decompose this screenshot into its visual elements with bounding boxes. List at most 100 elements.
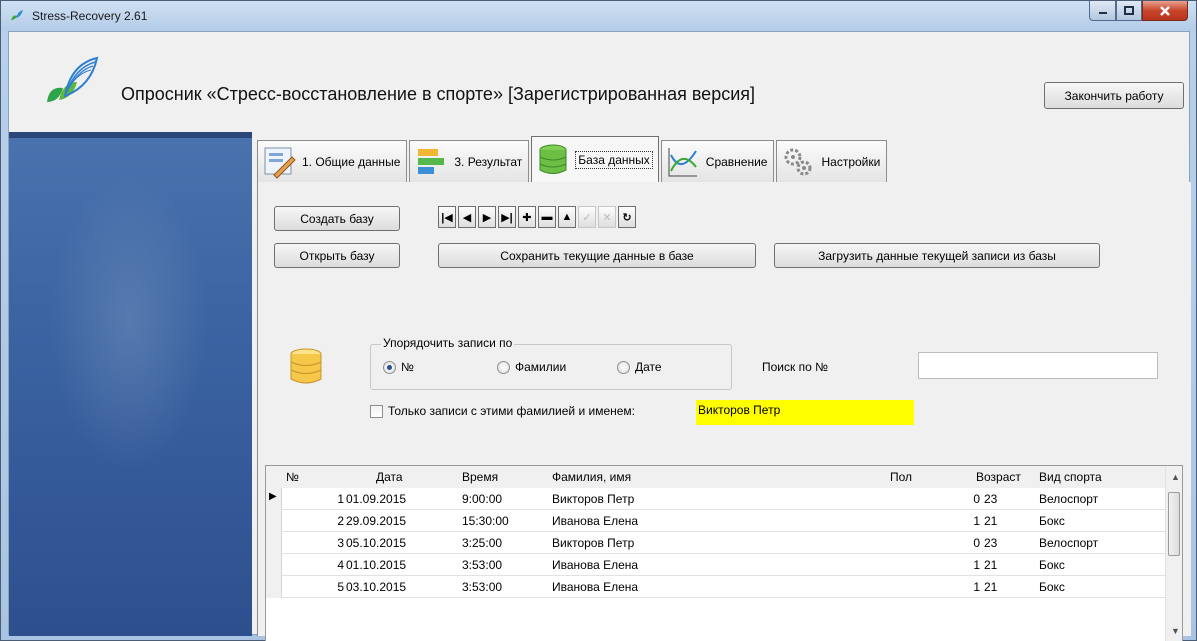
table-cell[interactable]: 21 (984, 510, 1039, 532)
row-indicator[interactable] (266, 510, 282, 532)
refresh-button[interactable]: ↻ (618, 206, 636, 228)
column-header[interactable]: № (286, 466, 356, 488)
column-header[interactable]: Возраст (976, 466, 1036, 488)
insert-record-button[interactable]: ✚ (518, 206, 536, 228)
table-cell[interactable]: 3:53:00 (462, 576, 542, 598)
sort-by-date-radio[interactable]: Дате (617, 360, 662, 374)
table-cell[interactable]: 0 (890, 488, 980, 510)
column-header[interactable]: Дата (376, 466, 456, 488)
tab-result[interactable]: 3. Результат (409, 140, 530, 182)
row-indicator[interactable] (266, 532, 282, 554)
column-header[interactable]: Фамилия, имя (552, 466, 852, 488)
table-cell[interactable]: 21 (984, 576, 1039, 598)
open-database-button[interactable]: Открыть базу (274, 243, 400, 268)
minimize-button[interactable] (1089, 1, 1116, 21)
sort-by-number-radio[interactable]: № (383, 360, 414, 374)
table-cell[interactable]: 2 (286, 510, 344, 532)
table-cell[interactable]: 5 (286, 576, 344, 598)
radio-label: Дате (635, 360, 662, 374)
only-these-records-checkbox[interactable]: Только записи с этими фамилией и именем: (370, 404, 635, 418)
client-area: Опросник «Стресс-восстановление в спорте… (8, 31, 1191, 641)
table-cell[interactable]: 3:53:00 (462, 554, 542, 576)
tab-settings[interactable]: Настройки (776, 140, 888, 182)
table-cell[interactable]: 3:25:00 (462, 532, 542, 554)
table-cell[interactable]: 23 (984, 532, 1039, 554)
edit-record-button[interactable]: ▲ (558, 206, 576, 228)
table-cell[interactable]: Велоспорт (1039, 532, 1149, 554)
table-cell[interactable]: Иванова Елена (552, 510, 852, 532)
first-record-button[interactable]: |◀ (438, 206, 456, 228)
checkmark-icon: ✓ (582, 211, 592, 224)
table-cell[interactable]: Бокс (1039, 576, 1149, 598)
table-row[interactable]: 5 03.10.2015 3:53:00 Иванова Елена 1 21 Бокс (266, 576, 1166, 598)
minimize-icon (1098, 11, 1107, 14)
search-input[interactable] (918, 352, 1158, 379)
table-cell[interactable]: 4 (286, 554, 344, 576)
table-cell[interactable]: 1 (890, 576, 980, 598)
table-cell[interactable]: Бокс (1039, 510, 1149, 532)
column-header[interactable]: Время (462, 466, 542, 488)
table-cell[interactable]: 03.10.2015 (346, 576, 461, 598)
row-indicator[interactable] (266, 554, 282, 576)
title-bar[interactable]: Stress-Recovery 2.61 (1, 1, 1196, 31)
table-cell[interactable]: 23 (984, 488, 1039, 510)
table-cell[interactable]: 15:30:00 (462, 510, 542, 532)
table-cell[interactable]: Иванова Елена (552, 576, 852, 598)
app-header: Опросник «Стресс-восстановление в спорте… (9, 32, 1189, 132)
load-from-database-button[interactable]: Загрузить данные текущей записи из базы (774, 243, 1100, 268)
last-record-button[interactable]: ▶| (498, 206, 516, 228)
row-indicator[interactable]: ▶ (266, 488, 282, 510)
refresh-icon: ↻ (622, 211, 632, 224)
table-cell[interactable]: 01.10.2015 (346, 554, 461, 576)
table-cell[interactable]: 01.09.2015 (346, 488, 461, 510)
table-row[interactable]: 4 01.10.2015 3:53:00 Иванова Елена 1 21 Бокс (266, 554, 1166, 576)
column-header[interactable]: Пол (890, 466, 970, 488)
create-database-button[interactable]: Создать базу (274, 206, 400, 231)
close-button[interactable] (1142, 1, 1188, 21)
prior-icon: ◀ (462, 211, 472, 224)
table-cell[interactable]: 05.10.2015 (346, 532, 461, 554)
tab-label: Настройки (821, 154, 881, 169)
minus-icon: ▬ (541, 211, 553, 223)
finish-work-button[interactable]: Закончить работу (1044, 82, 1184, 109)
table-cell[interactable]: Бокс (1039, 554, 1149, 576)
tab-compare[interactable]: Сравнение (660, 140, 775, 182)
plus-icon: ✚ (522, 211, 532, 224)
table-cell[interactable]: Иванова Елена (552, 554, 852, 576)
records-grid[interactable]: № Дата Время Фамилия, имя Пол Возраст Ви… (265, 465, 1183, 641)
table-cell[interactable]: 1 (890, 554, 980, 576)
table-row[interactable]: 2 29.09.2015 15:30:00 Иванова Елена 1 21 Бокс (266, 510, 1166, 532)
prior-record-button[interactable]: ◀ (458, 206, 476, 228)
tab-label: 3. Результат (454, 154, 523, 169)
table-cell[interactable]: 29.09.2015 (346, 510, 461, 532)
column-header[interactable]: Вид спорта (1039, 466, 1149, 488)
table-cell[interactable]: Викторов Петр (552, 532, 852, 554)
save-to-database-button[interactable]: Сохранить текущие данные в базе (438, 243, 756, 268)
table-cell[interactable]: 21 (984, 554, 1039, 576)
sort-by-surname-radio[interactable]: Фамилии (497, 360, 566, 374)
table-cell[interactable]: Викторов Петр (552, 488, 852, 510)
vertical-scroll-thumb[interactable] (1168, 492, 1180, 556)
table-row[interactable]: 3 05.10.2015 3:25:00 Викторов Петр 0 23 Велосп… (266, 532, 1166, 554)
table-cell[interactable]: 9:00:00 (462, 488, 542, 510)
table-cell[interactable]: 1 (890, 510, 980, 532)
tab-database[interactable]: База данных (531, 136, 659, 182)
tab-general[interactable]: 1. Общие данные (257, 140, 408, 182)
cancel-record-button[interactable]: ✕ (598, 206, 616, 228)
delete-record-button[interactable]: ▬ (538, 206, 556, 228)
table-cell[interactable]: 3 (286, 532, 344, 554)
row-indicator[interactable] (266, 576, 282, 598)
table-cell[interactable]: 1 (286, 488, 344, 510)
maximize-button[interactable] (1116, 1, 1142, 21)
post-record-button[interactable]: ✓ (578, 206, 596, 228)
table-cell[interactable]: 0 (890, 532, 980, 554)
app-heading: Опросник «Стресс-восстановление в спорте… (121, 84, 756, 104)
scroll-up-icon[interactable]: ▲ (1171, 472, 1180, 482)
vertical-scrollbar[interactable]: ▲ ▼ (1165, 466, 1182, 641)
next-record-button[interactable]: ▶ (478, 206, 496, 228)
table-cell[interactable]: Велоспорт (1039, 488, 1149, 510)
window-title: Stress-Recovery 2.61 (32, 9, 148, 23)
scroll-down-icon[interactable]: ▼ (1171, 626, 1180, 636)
window-controls (1089, 1, 1188, 21)
table-row[interactable]: ▶ 1 01.09.2015 9:00:00 Викторов Петр 0 23 Велос… (266, 488, 1166, 510)
